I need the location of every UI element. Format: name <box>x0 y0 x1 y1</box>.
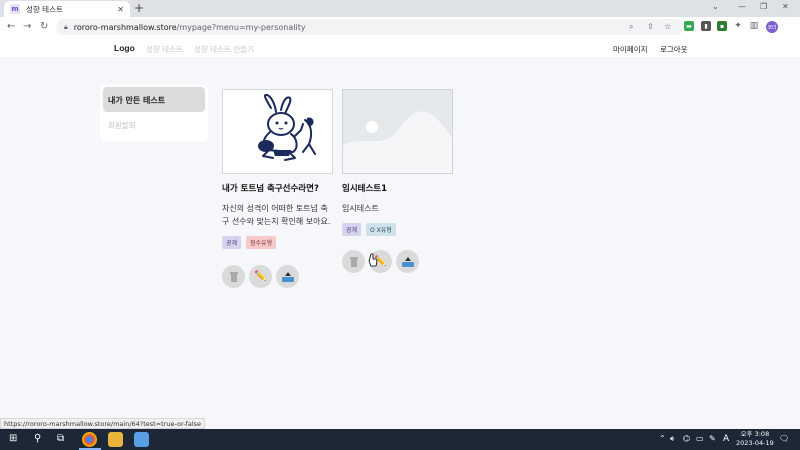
bookmark-star-icon[interactable]: ☆ <box>664 22 671 31</box>
test-thumbnail[interactable] <box>342 89 453 174</box>
search-icon[interactable]: ⚲ <box>34 433 41 444</box>
browser-toolbar: ← → ↻ 🔒︎ rororo-marshmallow.store /mypag… <box>0 17 800 37</box>
new-tab-button[interactable]: + <box>134 1 144 15</box>
close-window-icon[interactable]: ✕ <box>782 2 789 11</box>
nav-mypage[interactable]: 마이페이지 <box>613 44 648 55</box>
tab-title: 성향 테스트 <box>26 4 63 14</box>
delete-icon[interactable] <box>342 250 365 273</box>
edit-pencil-icon[interactable]: ✏️ <box>249 265 272 288</box>
nav-personality-test[interactable]: 성향 테스트 <box>146 44 183 55</box>
share-icon[interactable]: ⇪ <box>647 22 654 31</box>
windows-start-icon[interactable]: ⊞ <box>9 433 17 444</box>
badge-public: 공개 <box>342 223 362 236</box>
address-bar[interactable]: 🔒︎ rororo-marshmallow.store /mypage?menu… <box>56 19 684 35</box>
forward-icon[interactable]: → <box>23 21 31 32</box>
extension-green-icon[interactable]: ▬ <box>684 21 694 31</box>
test-description: 자신의 성격이 어떠한 토트넘 축구 선수와 맞는지 확인해 보아요. <box>222 204 331 226</box>
file-explorer-icon[interactable] <box>108 432 123 447</box>
minimize-icon[interactable]: — <box>738 2 746 11</box>
browser-tabstrip: m 성향 테스트 ✕ + ⌄ — ❐ ✕ <box>0 0 800 17</box>
chrome-icon[interactable] <box>82 432 97 447</box>
placeholder-image-icon <box>343 111 452 173</box>
sidebar-item-my-tests[interactable]: 내가 만든 테스트 <box>103 87 205 112</box>
close-tab-icon[interactable]: ✕ <box>117 5 124 14</box>
notification-icon[interactable]: 🗨︎ <box>779 434 789 443</box>
link-status-bar: https://rororo-marshmallow.store/main/64… <box>0 418 206 429</box>
task-view-icon[interactable]: ⧉ <box>57 433 64 444</box>
nav-create-test[interactable]: 성향 테스트 만들기 <box>194 44 254 55</box>
profile-avatar[interactable]: 코더 <box>766 21 778 33</box>
chevron-down-icon[interactable]: ⌄ <box>712 2 719 11</box>
puzzle-icon[interactable]: ✦ <box>733 21 743 31</box>
test-card[interactable]: 내가 토트넘 축구선수라면? 자신의 성격이 어떠한 토트넘 축구 선수와 맞는… <box>222 89 333 288</box>
test-description: 임시테스트 <box>342 204 379 213</box>
ime-indicator[interactable]: A <box>723 434 729 444</box>
test-title[interactable]: 임시테스트1 <box>342 182 453 194</box>
delete-icon[interactable] <box>222 265 245 288</box>
battery-icon[interactable]: ▭ <box>696 434 704 443</box>
favicon-icon: m <box>10 4 20 14</box>
badge-test-type: O X유형 <box>366 223 396 236</box>
system-clock[interactable]: 오후 3:08 2023-04-19 <box>736 430 774 448</box>
browser-tab[interactable]: m 성향 테스트 ✕ <box>4 1 130 17</box>
reload-icon[interactable]: ↻ <box>40 21 48 32</box>
restore-icon[interactable]: ❐ <box>760 2 767 11</box>
test-thumbnail[interactable] <box>222 89 333 174</box>
publish-icon[interactable] <box>396 250 419 273</box>
zoom-icon[interactable]: ⌕ <box>629 22 633 32</box>
site-header: Logo 성향 테스트 성향 테스트 만들기 마이페이지 로그아웃 <box>0 37 800 59</box>
pen-icon[interactable]: ✎ <box>709 434 716 443</box>
sidebar-item-withdraw[interactable]: 회원탈퇴 <box>108 120 136 131</box>
notepad-icon[interactable] <box>134 432 149 447</box>
network-icon[interactable]: ⌬ <box>683 434 690 443</box>
clock-time: 오후 3:08 <box>740 430 770 438</box>
badge-public: 공개 <box>222 236 242 249</box>
mypage-sidebar: 내가 만든 테스트 회원탈퇴 <box>100 84 208 142</box>
badge-test-type: 점수유형 <box>246 236 277 249</box>
site-logo[interactable]: Logo <box>114 43 135 53</box>
side-panel-icon[interactable]: ▥ <box>749 21 759 31</box>
lock-icon: 🔒︎ <box>64 22 68 31</box>
back-icon[interactable]: ← <box>7 21 15 32</box>
logout-link[interactable]: 로그아웃 <box>660 44 688 55</box>
extension-square-icon[interactable]: ▪ <box>717 21 727 31</box>
clock-date: 2023-04-19 <box>736 439 774 447</box>
url-host: rororo-marshmallow.store <box>73 22 177 32</box>
publish-icon[interactable] <box>276 265 299 288</box>
extension-dark-icon[interactable]: ▮ <box>701 21 711 31</box>
rabbit-football-illustration <box>258 93 316 161</box>
windows-taskbar: ⊞ ⚲ ⧉ ⌃ 🔉︎ ⌬ ▭ ✎ A 오후 3:08 2023-04-19 🗨︎ <box>0 429 800 450</box>
volume-icon[interactable]: 🔉︎ <box>670 434 675 444</box>
url-path: /mypage?menu=my-personality <box>176 22 306 32</box>
test-title[interactable]: 내가 토트넘 축구선수라면? <box>222 182 333 194</box>
chevron-up-icon[interactable]: ⌃ <box>659 434 666 443</box>
test-card[interactable]: 임시테스트1 임시테스트 공개 O X유형 ✏️ <box>342 89 453 273</box>
hand-cursor-icon <box>368 253 378 267</box>
